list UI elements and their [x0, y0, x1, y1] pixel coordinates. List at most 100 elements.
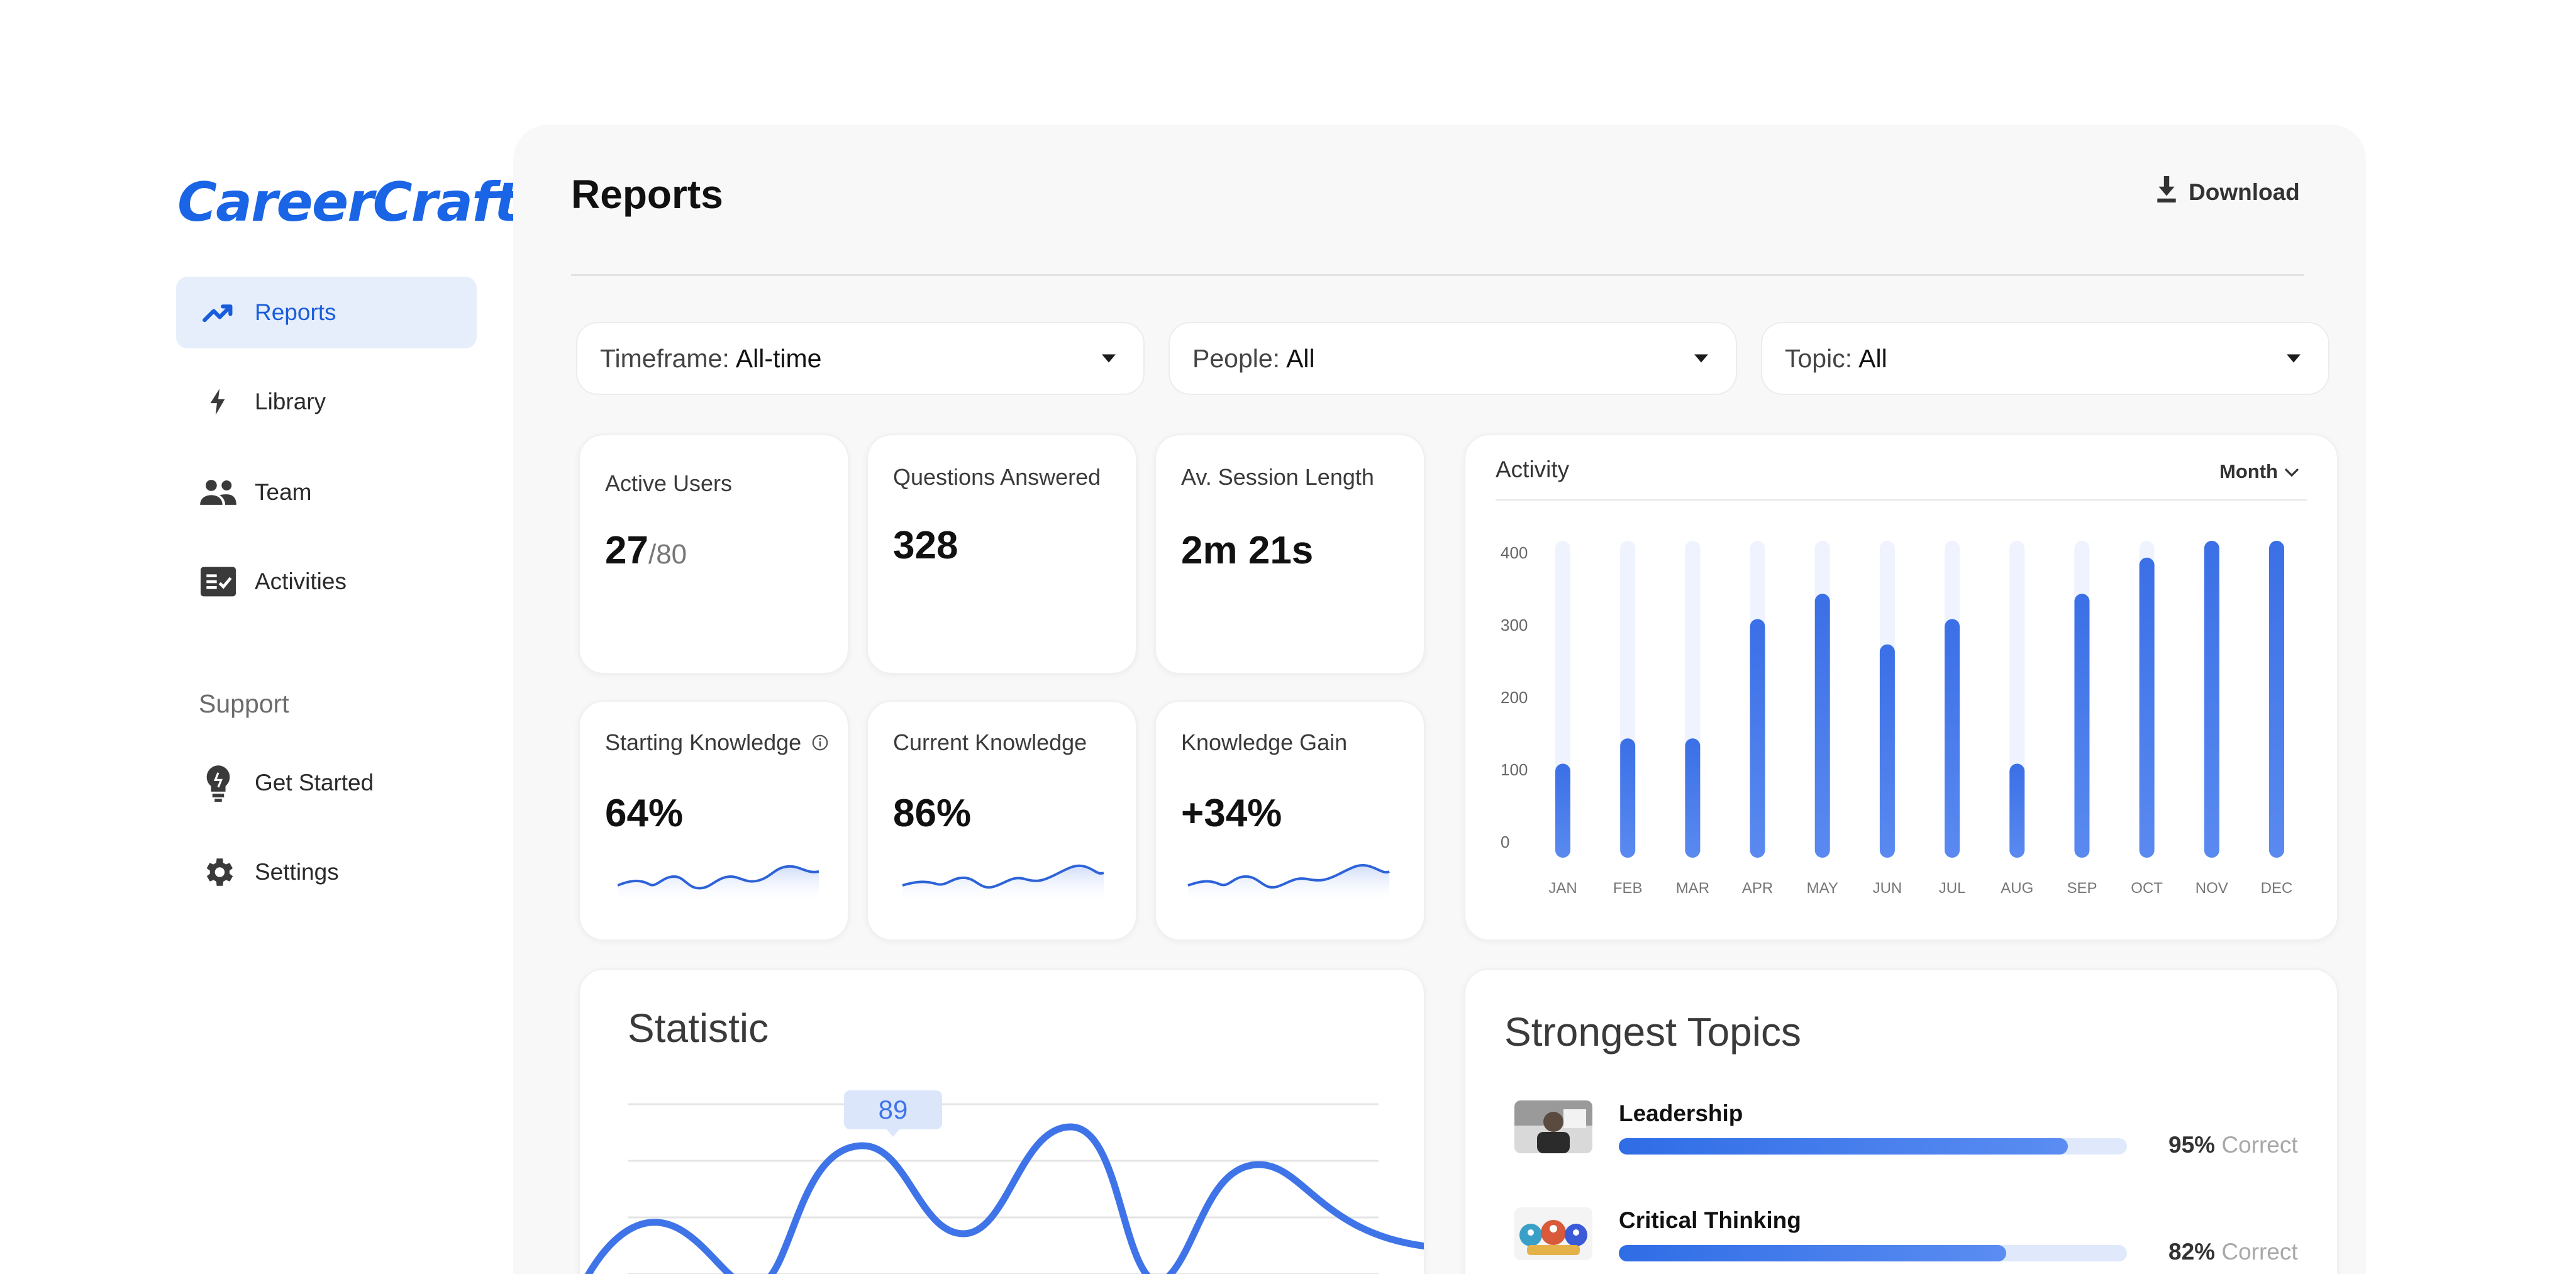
timeframe-filter[interactable]: Timeframe: All-time — [576, 322, 1145, 395]
x-tick-label: DEC — [2261, 880, 2293, 897]
topic-percent: 82% Correct — [2168, 1239, 2298, 1265]
kpi-active-users: Active Users 27/80 — [579, 434, 849, 674]
trending-up-icon — [199, 293, 238, 332]
topic-filter[interactable]: Topic: All — [1761, 322, 2329, 395]
bar-oct — [2139, 557, 2155, 858]
sidebar-item-settings[interactable]: Settings — [176, 836, 477, 908]
topic-progress-fill — [1619, 1245, 2007, 1261]
download-label: Download — [2189, 179, 2300, 205]
sidebar-item-label: Reports — [255, 299, 336, 325]
kpi-starting-knowledge: Starting Knowledge 64% — [579, 701, 849, 941]
filter-label: People: — [1192, 343, 1280, 373]
topic-item[interactable]: Critical Thinking 82% Correct — [1514, 1207, 2307, 1274]
statistic-series-line — [584, 1123, 1424, 1274]
topic-percent-value: 95% — [2168, 1132, 2216, 1158]
kpi-label: Current Knowledge — [893, 729, 1087, 755]
lightbulb-icon — [199, 763, 238, 802]
sidebar-item-reports[interactable]: Reports — [176, 277, 477, 348]
topic-percent-value: 82% — [2168, 1239, 2216, 1265]
topic-percent-suffix: Correct — [2221, 1132, 2298, 1158]
statistic-line-chart — [584, 1090, 1424, 1274]
topic-percent-suffix: Correct — [2221, 1239, 2298, 1265]
x-tick-label: MAR — [1676, 880, 1709, 897]
bolt-icon — [199, 382, 238, 421]
filter-label: Timeframe: — [600, 343, 730, 373]
info-icon[interactable] — [811, 731, 829, 757]
activity-bar-chart: 400 300 200 100 0 JAN FEB MAR APR MAY JUN JUL AUG SEP… — [1501, 541, 2293, 897]
kpi-current-knowledge: Current Knowledge 86% — [867, 701, 1137, 941]
kpi-value: 86% — [893, 792, 972, 835]
bar-may — [1814, 594, 1830, 858]
kpi-value: 27/80 — [605, 528, 687, 573]
kpi-knowledge-gain: Knowledge Gain +34% — [1155, 701, 1425, 941]
kpi-value-number: 27 — [605, 529, 648, 572]
filter-value: All — [1858, 343, 1887, 373]
kpi-value: 328 — [893, 524, 958, 567]
bar-aug — [2009, 763, 2025, 858]
support-heading: Support — [199, 689, 289, 718]
app-logo: CareerCraft — [177, 171, 520, 234]
bar-apr — [1750, 619, 1765, 858]
y-tick-label: 100 — [1501, 760, 1528, 779]
kpi-value-total: /80 — [648, 539, 687, 570]
kpi-label: Starting Knowledge — [605, 729, 829, 757]
sidebar-item-library[interactable]: Library — [176, 366, 477, 438]
x-tick-label: APR — [1742, 880, 1773, 897]
x-tick-label: NOV — [2196, 880, 2228, 897]
topic-percent: 95% Correct — [2168, 1132, 2298, 1158]
bar-mar — [1685, 738, 1701, 858]
sidebar-item-get-started[interactable]: Get Started — [176, 747, 477, 819]
bar-jun — [1879, 644, 1895, 858]
sidebar-item-activities[interactable]: Activities — [176, 546, 477, 618]
topic-thumbnail-critical-thinking — [1514, 1207, 1592, 1260]
strongest-topics-title: Strongest Topics — [1504, 1009, 1801, 1055]
x-tick-label: SEP — [2067, 880, 2097, 897]
sparkline — [902, 864, 1104, 904]
people-icon — [199, 473, 238, 512]
checklist-icon — [199, 562, 238, 601]
topic-thumbnail-leadership — [1514, 1100, 1592, 1153]
kpi-session-length: Av. Session Length 2m 21s — [1155, 434, 1425, 674]
kpi-label: Active Users — [605, 470, 733, 496]
bar-dec — [2269, 541, 2284, 858]
bar-nov — [2204, 541, 2219, 858]
topic-progress-track — [1619, 1138, 2127, 1155]
kpi-value: +34% — [1181, 792, 1282, 835]
filter-value: All-time — [735, 343, 822, 373]
x-tick-label: JUL — [1939, 880, 1966, 897]
caret-down-icon — [1694, 354, 1708, 363]
y-tick-label: 400 — [1501, 543, 1528, 562]
y-tick-label: 300 — [1501, 616, 1528, 634]
sparkline — [618, 865, 819, 904]
sidebar-item-team[interactable]: Team — [176, 457, 477, 528]
x-tick-label: AUG — [2001, 880, 2033, 897]
download-icon — [2156, 176, 2177, 208]
kpi-label: Av. Session Length — [1181, 464, 1374, 490]
y-tick-label: 0 — [1501, 833, 1509, 851]
kpi-questions-answered: Questions Answered 328 — [867, 434, 1137, 674]
caret-down-icon — [1102, 354, 1116, 363]
tooltip-value: 89 — [878, 1095, 908, 1124]
topic-item[interactable]: Leadership 95% Correct — [1514, 1100, 2307, 1170]
kpi-label-text: Starting Knowledge — [605, 729, 802, 755]
x-tick-label: JUN — [1873, 880, 1902, 897]
tooltip-pointer — [887, 1129, 899, 1137]
strongest-topics-card: Strongest Topics Leadership 95% Correct … — [1464, 968, 2338, 1274]
sidebar-item-label: Library — [255, 389, 326, 414]
download-button[interactable]: Download — [2156, 176, 2300, 208]
sidebar-item-label: Settings — [255, 859, 339, 885]
filter-label: Topic: — [1785, 343, 1853, 373]
sidebar-item-label: Team — [255, 479, 312, 505]
x-tick-label: FEB — [1613, 880, 1643, 897]
topic-name: Leadership — [1619, 1100, 1743, 1126]
app-root: CareerCraft Reports Library Team Activit… — [0, 0, 2576, 1274]
kpi-value: 64% — [605, 792, 684, 835]
people-filter[interactable]: People: All — [1169, 322, 1737, 395]
bar-sep — [2074, 594, 2090, 858]
sparkline — [1187, 863, 1390, 904]
bar-feb — [1620, 738, 1636, 858]
x-tick-label: OCT — [2131, 880, 2163, 897]
kpi-value: 2m 21s — [1181, 529, 1314, 572]
y-tick-label: 200 — [1501, 688, 1528, 707]
filter-value: All — [1286, 343, 1315, 373]
